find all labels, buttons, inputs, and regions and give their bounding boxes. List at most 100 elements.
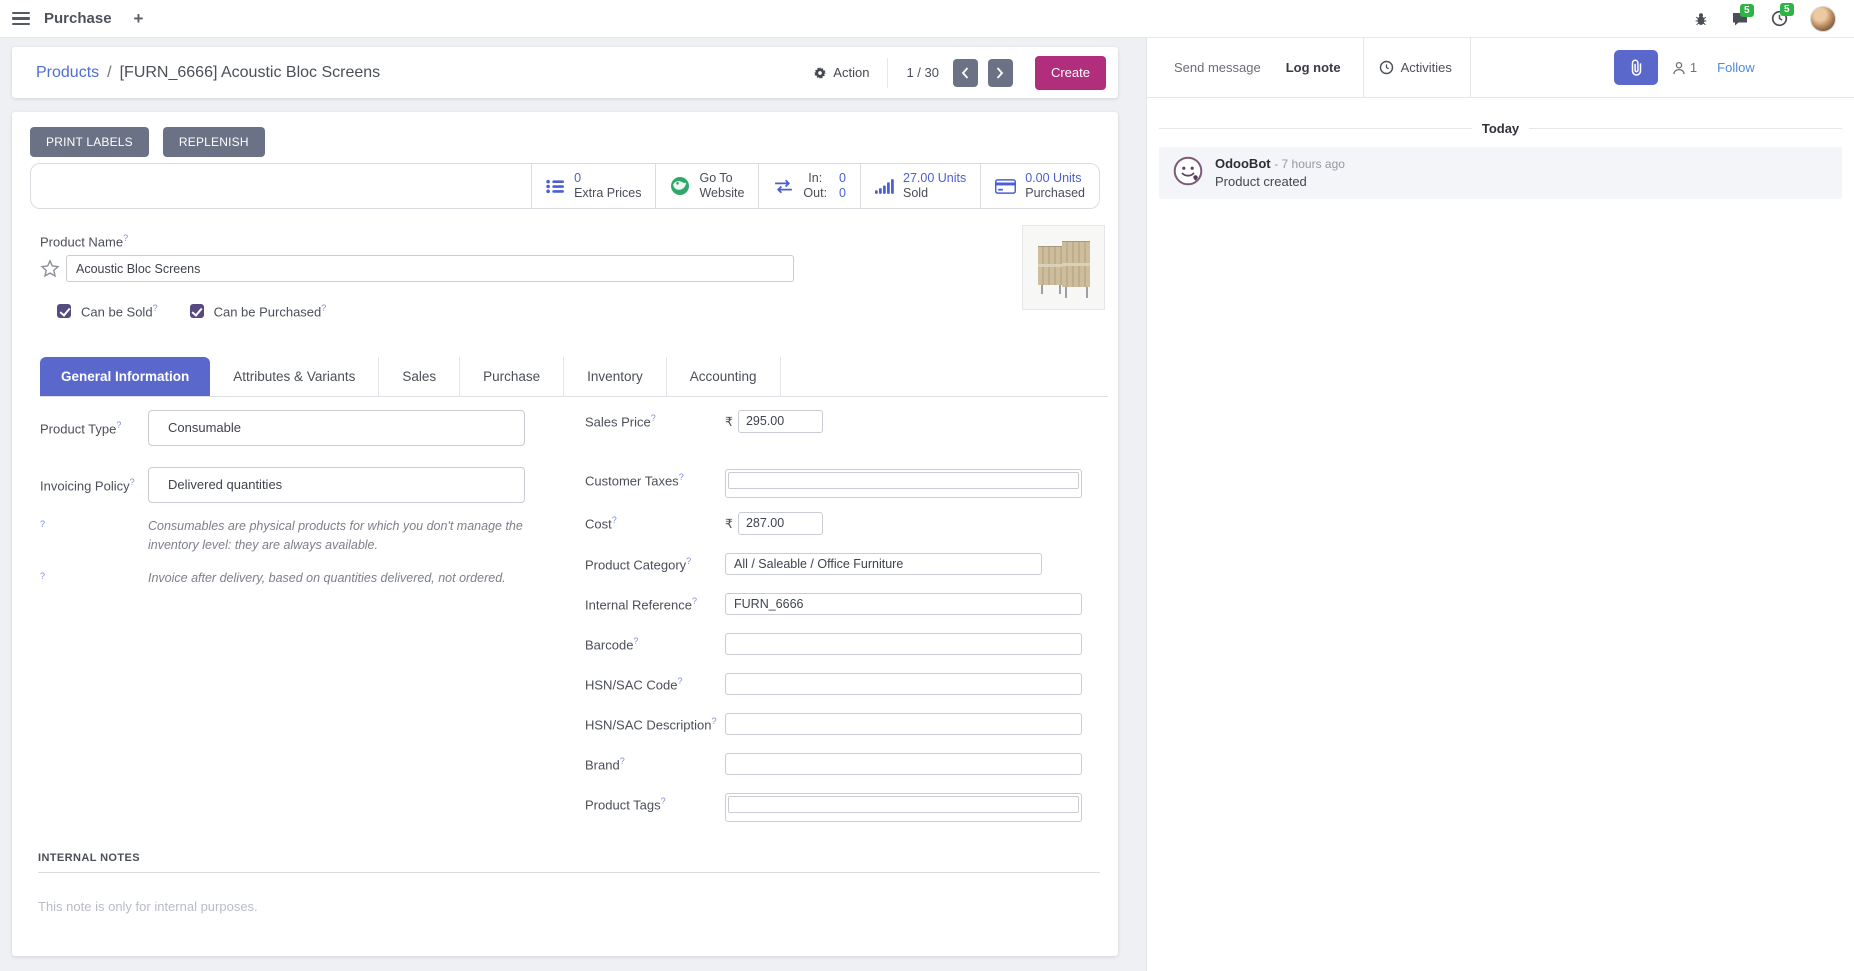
tab-sales[interactable]: Sales [379,357,460,396]
internal-reference-input[interactable] [725,593,1082,615]
chatter-panel: Send message Log note Activities 1 Follo… [1146,38,1854,971]
invoicing-policy-select[interactable] [148,467,525,503]
paperclip-icon [1629,59,1643,76]
hsn-sac-description-label: HSN/SAC Description? [585,713,725,732]
debug-bug-icon[interactable] [1693,11,1709,27]
extra-prices-value: 0 [574,171,581,186]
chatter-message[interactable]: OdooBot - 7 hours ago Product created [1159,147,1842,199]
product-type-help-text: Consumables are physical products for wh… [148,517,525,555]
invoicing-policy-label: Invoicing Policy? [40,467,148,493]
log-note-tab[interactable]: Log note [1286,60,1341,75]
invoicing-policy-help-text: Invoice after delivery, based on quantit… [148,569,525,588]
customer-taxes-input[interactable] [728,472,1079,489]
out-label: Out: [803,186,827,201]
new-tab-icon[interactable]: + [134,9,144,29]
tab-purchase[interactable]: Purchase [460,357,564,396]
messages-count-badge: 5 [1740,4,1754,17]
units-purchased-label: Purchased [1025,186,1085,201]
customer-taxes-tags-field[interactable] [725,469,1082,498]
can-be-purchased-label: Can be Purchased? [214,303,327,319]
send-message-tab[interactable]: Send message [1174,60,1261,75]
user-avatar[interactable] [1810,6,1836,32]
product-image[interactable] [1022,225,1105,310]
in-out-stat-button[interactable]: In: 0 Out: 0 [758,164,860,208]
barcode-label: Barcode? [585,633,725,652]
brand-input[interactable] [725,753,1082,775]
can-be-sold-checkbox[interactable] [57,304,71,318]
cost-input[interactable] [738,512,823,535]
control-panel: Products / [FURN_6666] Acoustic Bloc Scr… [12,47,1118,98]
product-tags-tags-field[interactable] [725,793,1082,822]
app-name[interactable]: Purchase [44,10,112,27]
chatter-topbar: Send message Log note Activities 1 Follo… [1147,38,1854,98]
extra-prices-stat-button[interactable]: 0Extra Prices [531,164,655,208]
breadcrumb-products-link[interactable]: Products [36,64,99,82]
internal-notes-placeholder[interactable]: This note is only for internal purposes. [38,899,1100,914]
internal-reference-label: Internal Reference? [585,593,725,612]
internal-notes-title: INTERNAL NOTES [38,852,1100,873]
create-button[interactable]: Create [1035,56,1106,90]
hsn-sac-code-input[interactable] [725,673,1082,695]
go-to-website-line1: Go To [699,171,732,186]
hsn-sac-code-label: HSN/SAC Code? [585,673,725,692]
barcode-input[interactable] [725,633,1082,655]
breadcrumb-current: [FURN_6666] Acoustic Bloc Screens [120,64,381,82]
product-name-label: Product Name? [40,233,1100,249]
cost-label: Cost? [585,512,725,531]
pager-previous-button[interactable] [953,59,978,87]
action-menu-button[interactable]: Action [813,65,869,80]
product-type-select[interactable] [148,410,525,446]
tab-general-information[interactable]: General Information [40,357,210,396]
product-tags-input[interactable] [728,796,1079,813]
activities-tab[interactable]: Activities [1379,60,1452,75]
form-view-pane: Products / [FURN_6666] Acoustic Bloc Scr… [0,38,1146,971]
units-sold-stat-button[interactable]: 27.00 UnitsSold [860,164,980,208]
units-purchased-stat-button[interactable]: 0.00 UnitsPurchased [980,164,1099,208]
bar-chart-icon [875,179,894,194]
units-sold-value: 27.00 Units [903,171,966,186]
attach-files-button[interactable] [1614,50,1658,85]
favorite-star-icon[interactable] [40,259,60,279]
sales-price-input[interactable] [738,410,823,433]
chevron-left-icon [961,67,969,79]
follower-count: 1 [1690,60,1697,75]
gear-icon [813,66,827,80]
apps-menu-icon[interactable] [12,12,30,26]
stat-button-box: 0Extra Prices Go ToWebsite In: 0 Out: 0 [30,163,1100,209]
pager-next-button[interactable] [988,59,1013,87]
tab-accounting[interactable]: Accounting [667,357,781,396]
sales-price-label: Sales Price? [585,410,725,429]
message-author[interactable]: OdooBot [1215,156,1271,171]
product-category-label: Product Category? [585,553,725,572]
tab-attributes-variants[interactable]: Attributes & Variants [210,357,379,396]
product-name-input[interactable] [66,255,794,282]
message-timestamp: - 7 hours ago [1274,157,1345,171]
notebook-tabs: General Information Attributes & Variant… [40,357,1108,397]
action-menu-label: Action [833,65,869,80]
sales-price-currency: ₹ [725,414,733,429]
follow-button[interactable]: Follow [1717,60,1755,75]
messages-icon[interactable]: 5 [1731,11,1749,27]
activities-clock-icon[interactable]: 5 [1771,10,1788,27]
activity-clock-icon [1379,60,1394,75]
replenish-button[interactable]: REPLENISH [163,127,265,157]
go-to-website-stat-button[interactable]: Go ToWebsite [655,164,758,208]
tab-inventory[interactable]: Inventory [564,357,667,396]
print-labels-button[interactable]: PRINT LABELS [30,127,149,157]
activities-count-badge: 5 [1780,3,1794,16]
hsn-sac-description-input[interactable] [725,713,1082,735]
product-form-sheet: PRINT LABELS REPLENISH 0Extra Prices Go … [12,112,1118,956]
top-navbar: Purchase + 5 5 [0,0,1854,38]
credit-card-icon [995,179,1016,194]
can-be-sold-label: Can be Sold? [81,303,158,319]
product-type-label: Product Type? [40,410,148,436]
breadcrumb: Products / [FURN_6666] Acoustic Bloc Scr… [36,64,380,82]
transfer-arrows-icon [773,179,794,194]
in-value: 0 [839,171,846,186]
product-category-input[interactable] [725,553,1042,575]
followers-button[interactable]: 1 [1672,60,1697,75]
can-be-purchased-checkbox[interactable] [190,304,204,318]
breadcrumb-separator: / [107,64,111,82]
pricelist-icon [546,179,565,194]
go-to-website-line2: Website [699,186,744,201]
